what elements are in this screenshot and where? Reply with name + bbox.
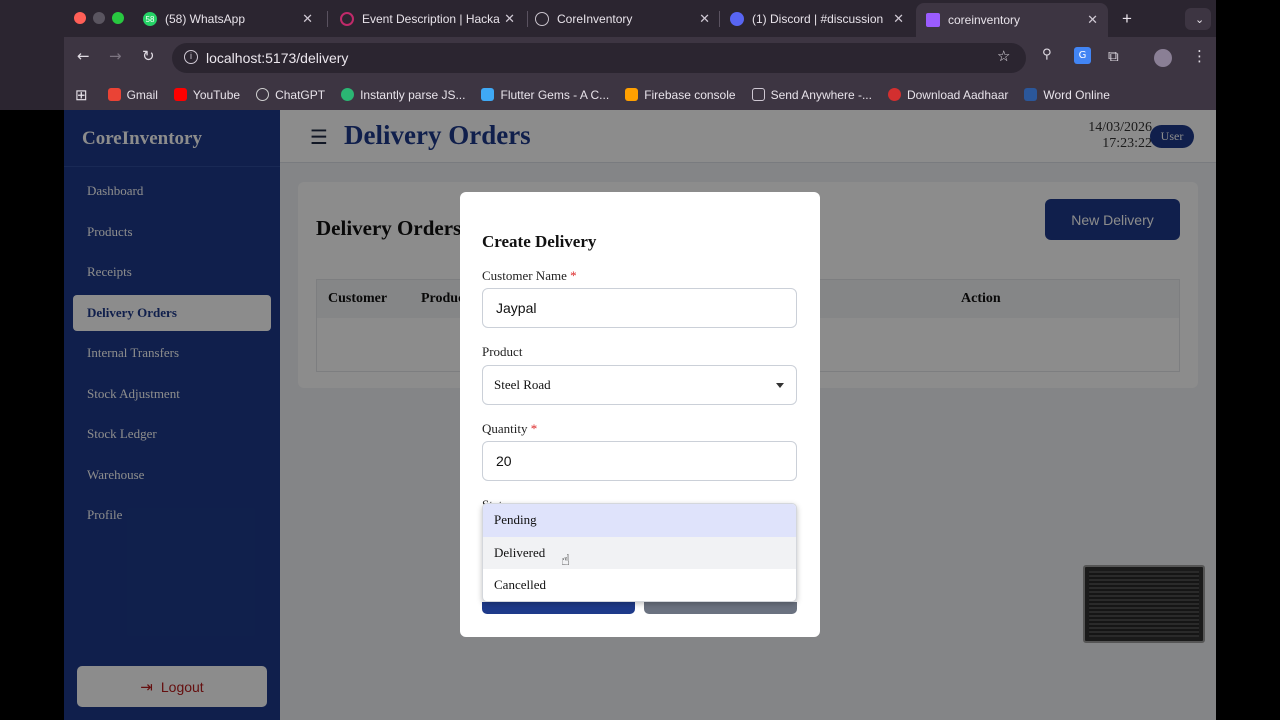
close-tab-icon[interactable]: ✕ xyxy=(893,11,904,27)
bookmark-label: Firebase console xyxy=(644,87,736,102)
screen-preview-thumbnail[interactable] xyxy=(1083,565,1205,643)
tab-coreinventory[interactable]: CoreInventory ✕ xyxy=(525,5,720,33)
tab-event-description[interactable]: Event Description | Hacka ✕ xyxy=(330,5,525,33)
tab-coreinventory-active[interactable]: coreinventory ✕ xyxy=(916,3,1108,37)
status-dropdown-list: Pending Delivered Cancelled xyxy=(482,503,797,602)
cancel-button[interactable] xyxy=(644,602,797,614)
vite-icon xyxy=(926,13,940,27)
tab-search-button[interactable]: ⌄ xyxy=(1185,8,1211,30)
modal-title: Create Delivery xyxy=(482,232,597,251)
product-label: Product xyxy=(482,344,523,359)
label-text: Customer Name xyxy=(482,268,567,283)
close-tab-icon[interactable]: ✕ xyxy=(504,11,515,27)
bookmark-firebase[interactable]: Firebase console xyxy=(625,87,736,102)
extension-icon[interactable]: ⚲ xyxy=(1042,47,1052,62)
hackathon-icon xyxy=(340,12,354,26)
bookmark-gmail[interactable]: Gmail xyxy=(107,87,158,102)
create-button[interactable] xyxy=(482,602,635,614)
chevron-down-icon xyxy=(776,383,784,388)
customer-name-input[interactable]: Jaypal xyxy=(482,288,797,328)
site-info-icon[interactable]: i xyxy=(184,50,198,64)
customer-name-label: Customer Name * xyxy=(482,268,577,284)
bookmark-label: Gmail xyxy=(126,87,158,102)
label-text: Quantity xyxy=(482,421,528,436)
pointer-cursor-icon: ☝ xyxy=(561,551,571,569)
bookmark-label: Flutter Gems - A C... xyxy=(500,87,610,102)
bookmark-label: Download Aadhaar xyxy=(906,87,1009,102)
required-mark: * xyxy=(530,421,538,436)
translate-icon[interactable]: G xyxy=(1074,47,1091,64)
whatsapp-icon: 58 xyxy=(143,12,157,26)
quantity-input[interactable]: 20 xyxy=(482,441,797,481)
status-option-pending[interactable]: Pending xyxy=(483,504,796,537)
word-icon xyxy=(1024,88,1038,101)
tab-title: (58) WhatsApp xyxy=(165,12,246,26)
close-tab-icon[interactable]: ✕ xyxy=(1087,12,1098,28)
forward-icon[interactable]: → xyxy=(109,47,122,65)
gmail-icon xyxy=(107,88,121,101)
bookmark-label: Word Online xyxy=(1043,87,1110,102)
close-tab-icon[interactable]: ✕ xyxy=(699,11,710,27)
aadhaar-icon xyxy=(887,88,901,101)
profile-avatar-icon[interactable] xyxy=(1154,49,1172,67)
maximize-window-icon[interactable] xyxy=(112,12,124,24)
flutter-gems-icon xyxy=(481,88,495,101)
globe-icon xyxy=(535,12,549,26)
apps-grid-icon[interactable]: ⊞ xyxy=(75,86,88,104)
bookmark-label: YouTube xyxy=(192,87,241,102)
tab-title: CoreInventory xyxy=(557,12,633,26)
product-selected-value: Steel Road xyxy=(494,377,551,392)
bookmark-label: Send Anywhere -... xyxy=(770,87,872,102)
bookmark-youtube[interactable]: YouTube xyxy=(173,87,241,102)
bookmarks-bar: ⊞ Gmail YouTube ChatGPT Instantly parse … xyxy=(64,79,1216,110)
quicktype-icon xyxy=(341,88,355,101)
tab-discord[interactable]: (1) Discord | #discussion ✕ xyxy=(720,5,914,33)
status-option-delivered[interactable]: Delivered xyxy=(483,536,796,569)
address-bar[interactable]: i localhost:5173/delivery xyxy=(172,43,1026,73)
tab-title: (1) Discord | #discussion xyxy=(752,12,884,26)
bookmark-word-online[interactable]: Word Online xyxy=(1024,87,1110,102)
product-select[interactable]: Steel Road xyxy=(482,365,797,405)
tab-separator xyxy=(327,11,328,27)
app-root: CoreInventory Dashboard Products Receipt… xyxy=(64,110,1216,720)
bookmark-label: ChatGPT xyxy=(275,87,326,102)
bookmark-label: Instantly parse JS... xyxy=(360,87,466,102)
youtube-icon xyxy=(173,88,187,101)
new-tab-button[interactable]: + xyxy=(1112,5,1140,33)
extensions-puzzle-icon[interactable]: ⧉ xyxy=(1108,47,1119,65)
close-tab-icon[interactable]: ✕ xyxy=(302,11,313,27)
reload-icon[interactable]: ↻ xyxy=(142,47,155,65)
bookmark-flutter-gems[interactable]: Flutter Gems - A C... xyxy=(481,88,609,102)
minimize-window-icon[interactable] xyxy=(93,12,105,24)
tab-title: Event Description | Hacka xyxy=(362,12,500,26)
tab-title: coreinventory xyxy=(948,13,1021,27)
firebase-icon xyxy=(625,88,639,101)
quantity-label: Quantity * xyxy=(482,421,537,437)
bookmark-chatgpt[interactable]: ChatGPT xyxy=(256,88,325,102)
bookmark-star-icon[interactable]: ☆ xyxy=(997,47,1010,65)
status-option-cancelled[interactable]: Cancelled xyxy=(483,569,796,601)
discord-icon xyxy=(730,12,744,26)
menu-kebab-icon[interactable]: ⋮ xyxy=(1192,47,1207,65)
tab-whatsapp[interactable]: 58 (58) WhatsApp ✕ xyxy=(133,5,323,33)
bookmark-aadhaar[interactable]: Download Aadhaar xyxy=(887,87,1009,102)
browser-toolbar: ← → ↻ i localhost:5173/delivery ☆ ⚲ G ⧉ … xyxy=(64,37,1216,79)
tab-strip: 58 (58) WhatsApp ✕ Event Description | H… xyxy=(0,0,1216,37)
create-delivery-modal: Create Delivery Customer Name * Jaypal P… xyxy=(460,192,820,637)
bookmark-json-parser[interactable]: Instantly parse JS... xyxy=(341,88,465,102)
preview-content xyxy=(1089,571,1199,637)
send-anywhere-icon xyxy=(751,88,765,101)
close-window-icon[interactable] xyxy=(74,12,86,24)
bookmark-send-anywhere[interactable]: Send Anywhere -... xyxy=(751,87,872,102)
address-text: localhost:5173/delivery xyxy=(206,50,349,66)
chatgpt-icon xyxy=(256,88,270,101)
required-mark: * xyxy=(570,268,577,283)
back-icon[interactable]: ← xyxy=(77,47,90,65)
